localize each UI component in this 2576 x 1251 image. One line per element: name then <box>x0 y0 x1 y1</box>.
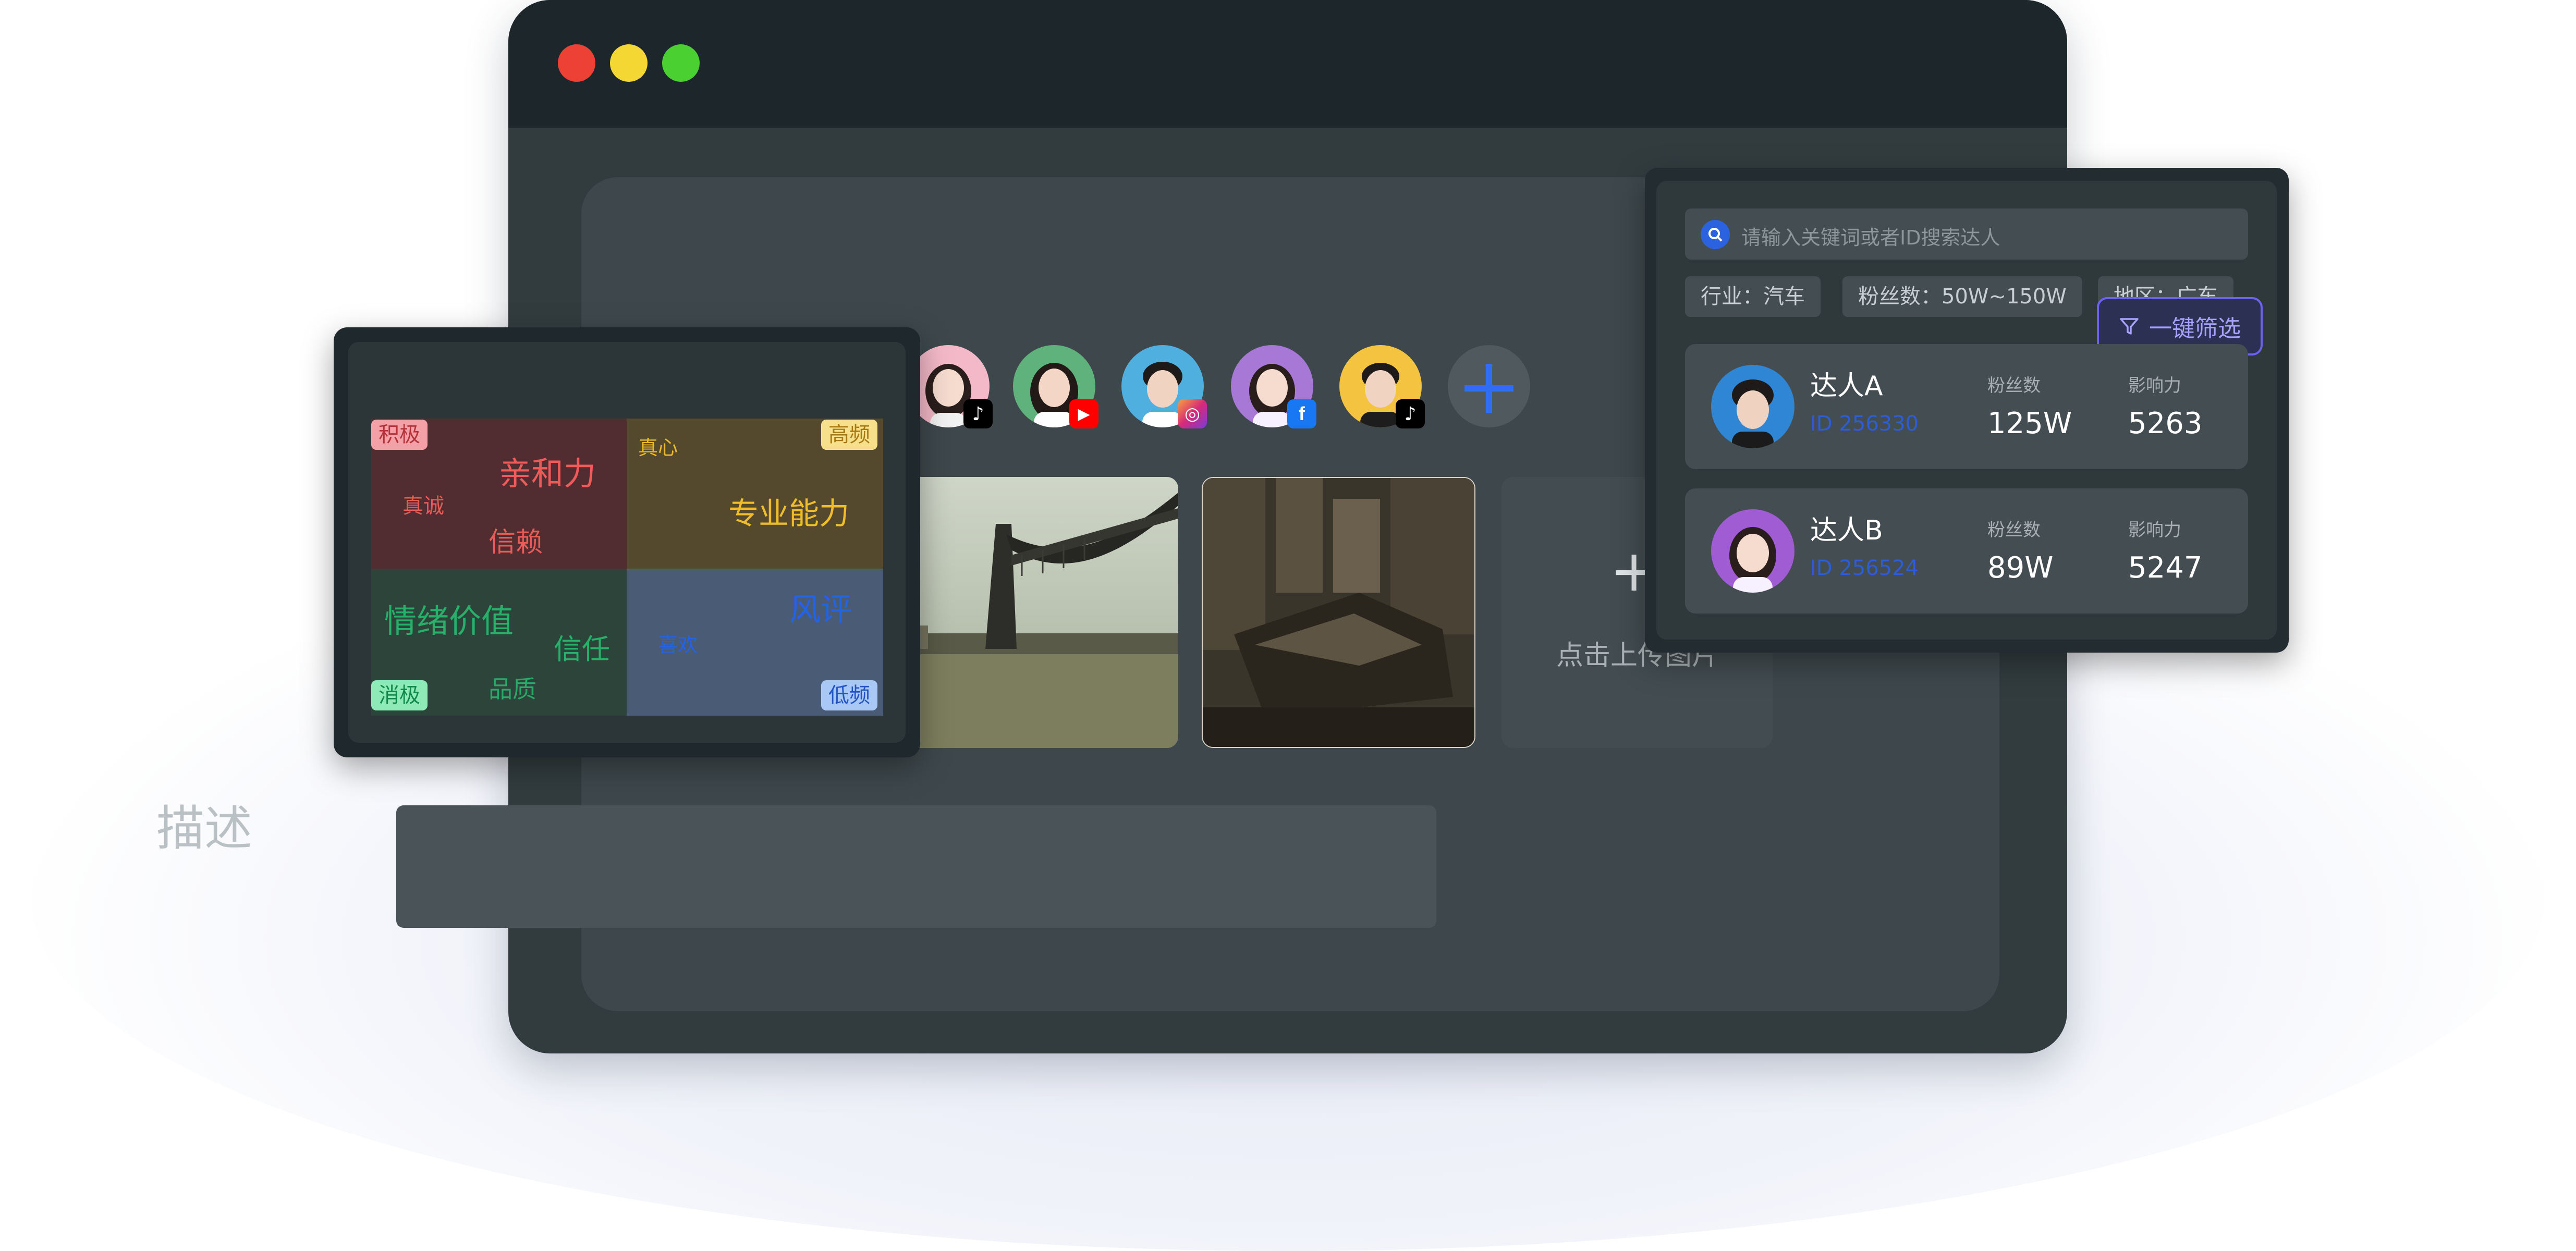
filter-chip-followers[interactable]: 粉丝数：50W~150W <box>1842 276 2082 317</box>
influence-label: 影响力 <box>2128 520 2181 541</box>
facebook-icon: f <box>1287 399 1316 428</box>
minimize-window-button[interactable] <box>610 44 648 82</box>
keyword: 品质 <box>489 675 536 703</box>
uploaded-photo-ruins[interactable] <box>1202 477 1475 748</box>
keyword: 亲和力 <box>499 455 596 493</box>
tag-positive: 积极 <box>371 420 428 450</box>
account-avatar[interactable]: ♪ <box>1339 345 1425 428</box>
filter-button-label: 一键筛选 <box>2149 315 2241 342</box>
keyword: 风评 <box>789 592 852 628</box>
keyword: 信赖 <box>489 527 543 558</box>
tag-negative: 消极 <box>371 680 428 710</box>
add-account-button[interactable]: + <box>1448 345 1530 427</box>
search-icon <box>1701 220 1730 249</box>
tiktok-icon: ♪ <box>1396 399 1425 428</box>
filter-chip-industry[interactable]: 行业：汽车 <box>1685 276 1821 317</box>
avatar <box>1711 509 1794 593</box>
influence-label: 影响力 <box>2128 375 2181 396</box>
instagram-icon: ◎ <box>1178 399 1207 428</box>
page-title: 智能发帖 <box>156 251 357 310</box>
followers-value: 89W <box>1987 551 2054 585</box>
influencer-card[interactable]: 达人A ID 256330 粉丝数 125W 影响力 5263 <box>1685 344 2248 469</box>
youtube-icon: ▶ <box>1069 399 1098 428</box>
followers-value: 125W <box>1987 407 2072 440</box>
keyword: 情绪价值 <box>384 602 514 640</box>
keyword: 信任 <box>554 633 610 666</box>
followers-label: 粉丝数 <box>1987 375 2041 396</box>
account-avatar[interactable]: f <box>1231 345 1316 428</box>
influencer-id[interactable]: ID 256330 <box>1810 412 1919 436</box>
maximize-window-button[interactable] <box>662 44 700 82</box>
keyword: 喜欢 <box>658 633 698 656</box>
title-bar <box>508 0 2067 128</box>
filter-icon <box>2120 318 2139 335</box>
tag-low-frequency: 低频 <box>821 680 877 710</box>
close-window-button[interactable] <box>558 44 595 82</box>
influencer-name: 达人B <box>1810 515 1883 546</box>
tag-high-frequency: 高频 <box>821 420 877 450</box>
influence-value: 5263 <box>2128 407 2203 440</box>
keyword: 专业能力 <box>728 496 850 531</box>
kol-panel-title: KOL关键词分析矩阵 <box>38 369 299 403</box>
tiktok-icon: ♪ <box>963 399 993 428</box>
influence-value: 5247 <box>2128 551 2203 585</box>
influencer-card[interactable]: 达人B ID 256524 粉丝数 89W 影响力 5247 <box>1685 488 2248 614</box>
search-placeholder: 请输入关键词或者ID搜索达人 <box>1741 226 2000 249</box>
influencer-id[interactable]: ID 256524 <box>1810 556 1919 580</box>
keyword: 真心 <box>638 436 678 459</box>
avatar <box>1711 365 1794 448</box>
description-input[interactable] <box>396 805 1436 928</box>
account-avatar[interactable]: ▶ <box>1013 345 1098 428</box>
followers-label: 粉丝数 <box>1987 520 2041 541</box>
account-avatar[interactable]: ◎ <box>1121 345 1207 428</box>
influencer-name: 达人A <box>1810 371 1883 402</box>
uploaded-photo-bridge[interactable] <box>886 477 1178 748</box>
description-label: 描述 <box>156 801 253 856</box>
keyword: 真诚 <box>402 494 444 518</box>
